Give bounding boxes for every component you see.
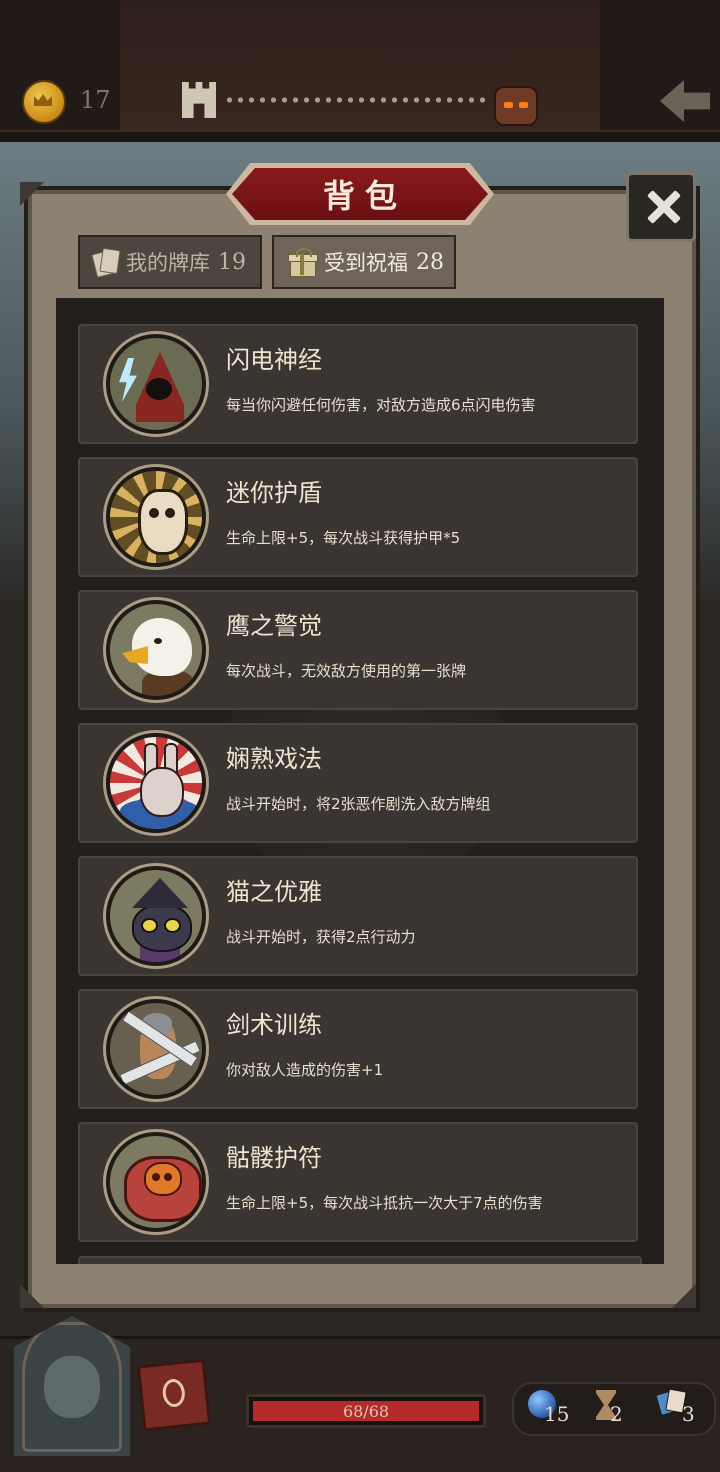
dialog-title: 背包 (322, 177, 407, 215)
health-text: 68/68 (342, 1402, 390, 1421)
tab-label: 受到祝福 (324, 251, 408, 275)
tab-count: 19 (218, 249, 246, 275)
skull-charm-icon (106, 1132, 206, 1232)
blessing-description: 战斗开始时，将2张恶作剧洗入敌方牌组 (226, 795, 491, 813)
spellbook-icon[interactable] (136, 1358, 212, 1432)
crown-coin-icon (22, 80, 66, 124)
blessing-description: 生命上限+5，每次战斗获得护甲*5 (226, 529, 461, 547)
lightning-hooded-figure-icon (106, 334, 206, 434)
skull-shield-icon (106, 467, 206, 567)
map-progress-path (224, 96, 486, 104)
blessing-description: 每次战斗，无效敌方使用的第一张牌 (226, 662, 467, 680)
top-bar (0, 0, 720, 142)
gift-icon (288, 248, 318, 277)
blessing-name: 剑术训练 (226, 1011, 322, 1039)
blessing-name: 娴熟戏法 (226, 745, 322, 773)
witch-cat-icon (106, 866, 206, 966)
demon-boss-icon (488, 78, 540, 126)
eagle-icon (106, 600, 206, 700)
coin-count: 17 (80, 86, 111, 114)
blessing-item[interactable]: 迷你护盾 生命上限+5，每次战斗获得护甲*5 (78, 457, 638, 577)
tab-label: 我的牌库 (126, 251, 210, 275)
blessing-description: 每当你闪避任何伤害，对敌方造成6点闪电伤害 (226, 396, 536, 414)
blessing-name: 迷你护盾 (226, 479, 322, 507)
boss-eye (519, 102, 528, 108)
blessing-item[interactable]: 娴熟戏法 战斗开始时，将2张恶作剧洗入敌方牌组 (78, 723, 638, 843)
card-stack-icon (658, 1390, 684, 1416)
boss-head (494, 86, 538, 126)
tab-blessings[interactable]: 受到祝福 28 (272, 235, 456, 289)
blessing-description: 战斗开始时，获得2点行动力 (226, 928, 416, 946)
turn-count: 2 (610, 1402, 623, 1426)
blessing-list[interactable]: 闪电神经 每当你闪避任何伤害，对敌方造成6点闪电伤害 迷你护盾 生命上限+5，每… (56, 298, 664, 1264)
card-count: 3 (682, 1402, 695, 1426)
magician-rabbit-icon (106, 733, 206, 833)
mana-count: 15 (544, 1402, 570, 1426)
blessing-item[interactable]: 闪电神经 每当你闪避任何伤害，对敌方造成6点闪电伤害 (78, 324, 638, 444)
cards-icon (94, 248, 118, 276)
tab-count: 28 (416, 249, 444, 275)
tab-my-deck[interactable]: 我的牌库 19 (78, 235, 262, 289)
blessing-description: 生命上限+5，每次战斗抵抗一次大于7点的伤害 (226, 1194, 543, 1212)
boss-eye (504, 102, 513, 108)
swordsman-icon (106, 999, 206, 1099)
blessing-item[interactable]: 猫之优雅 战斗开始时，获得2点行动力 (78, 856, 638, 976)
blessing-item[interactable]: 鹰之警觉 每次战斗，无效敌方使用的第一张牌 (78, 590, 638, 710)
blessing-item-partial[interactable] (78, 1256, 642, 1264)
close-button[interactable] (626, 172, 696, 242)
title-banner: 背包 (232, 168, 488, 220)
blessing-item[interactable]: 剑术训练 你对敌人造成的伤害+1 (78, 989, 638, 1109)
top-bar-ledge (0, 130, 720, 142)
blessing-description: 你对敌人造成的伤害+1 (226, 1061, 384, 1079)
blessing-name: 闪电神经 (226, 346, 322, 374)
blessing-name: 猫之优雅 (226, 878, 322, 906)
blessing-name: 骷髅护符 (226, 1144, 322, 1172)
portrait-frame (22, 1322, 122, 1452)
health-bar: 68/68 (246, 1394, 486, 1428)
blessing-item[interactable]: 骷髅护符 生命上限+5，每次战斗抵抗一次大于7点的伤害 (78, 1122, 638, 1242)
blessing-name: 鹰之警觉 (226, 612, 322, 640)
